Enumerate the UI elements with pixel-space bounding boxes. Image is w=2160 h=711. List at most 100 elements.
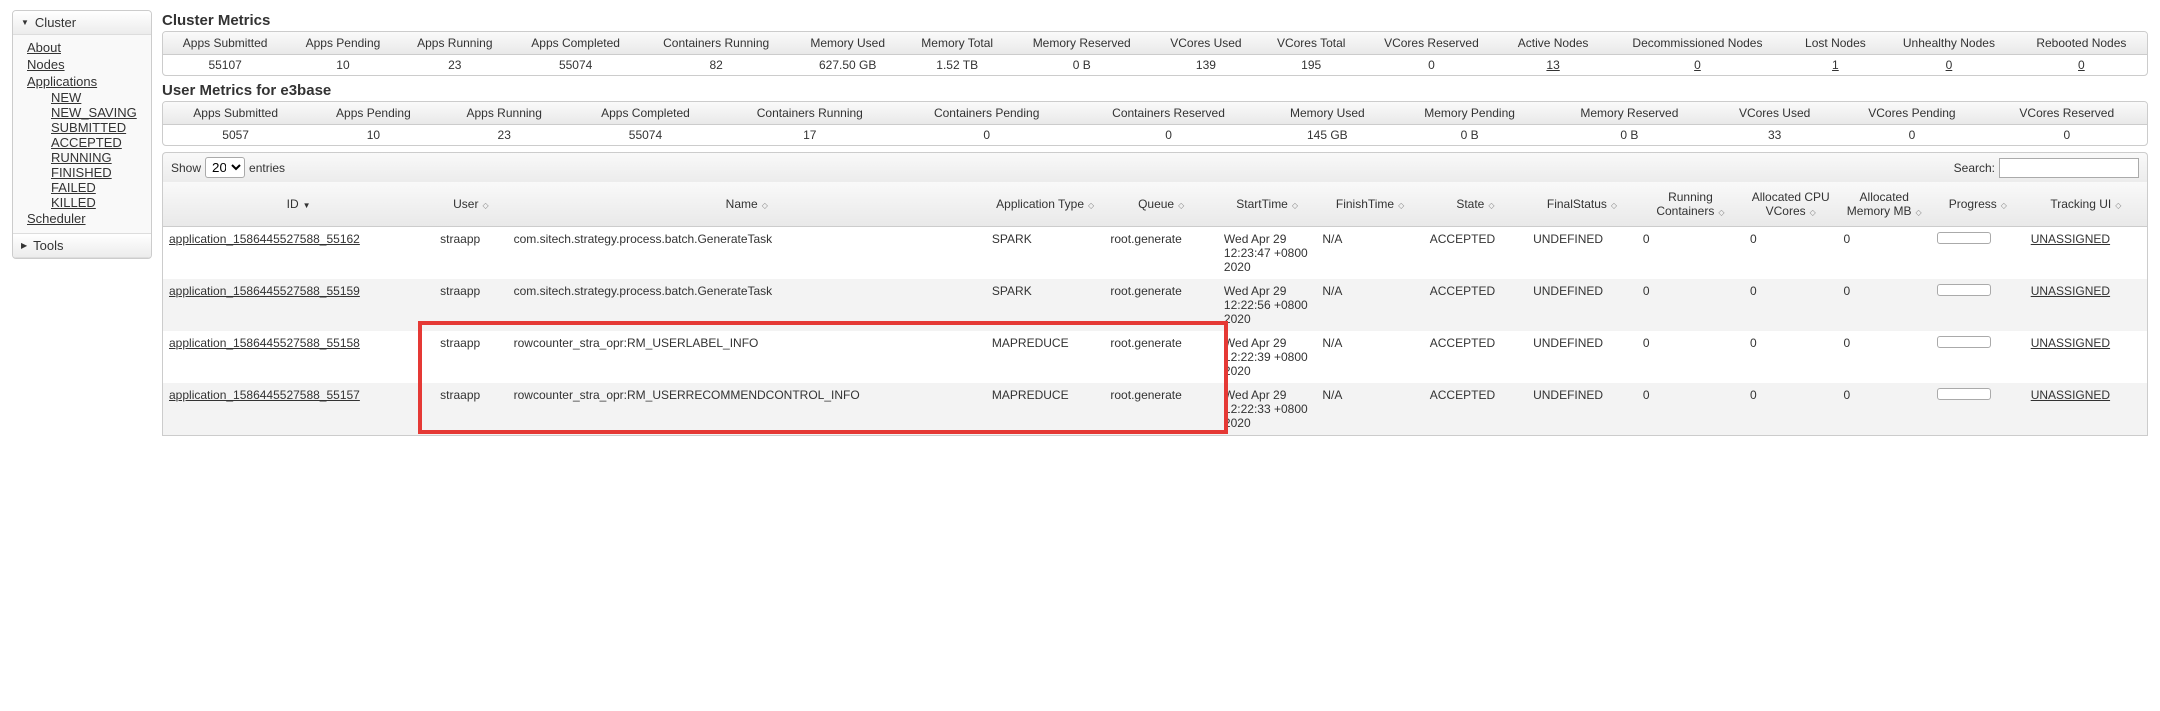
metric-cell: 55074 [570, 125, 721, 145]
col-header-allocated-memory-mb[interactable]: Allocated Memory MB◇ [1837, 182, 1931, 227]
sort-both-icon: ◇ [1810, 208, 1816, 217]
metric-cell: 0 [1987, 125, 2147, 145]
tracking-ui-link[interactable]: UNASSIGNED [2031, 336, 2110, 350]
cell-name: com.sitech.strategy.process.batch.Genera… [508, 279, 986, 331]
col-header: Memory Used [792, 32, 903, 55]
metric-cell: 13 [1500, 55, 1606, 75]
metric-cell: 23 [399, 55, 511, 75]
cluster-metrics-title: Cluster Metrics [162, 12, 2148, 29]
cell-alloc-cpu: 0 [1744, 331, 1838, 383]
col-header: Apps Running [399, 32, 511, 55]
col-header: Apps Submitted [163, 102, 308, 125]
col-header: VCores Used [1152, 32, 1259, 55]
cell-state: ACCEPTED [1424, 227, 1527, 280]
sidebar-item-running[interactable]: RUNNING [51, 150, 143, 165]
cell-app-type: SPARK [986, 227, 1104, 280]
col-header-progress[interactable]: Progress◇ [1931, 182, 2025, 227]
cell-queue: root.generate [1104, 331, 1218, 383]
application-id-link[interactable]: application_1586445527588_55162 [169, 232, 360, 246]
search-input[interactable] [1999, 158, 2139, 178]
cell-user: straapp [434, 383, 507, 436]
sidebar-item-killed[interactable]: KILLED [51, 195, 143, 210]
sidebar-item-applications[interactable]: Applications [27, 73, 143, 90]
metric-cell: 5057 [163, 125, 308, 145]
sidebar-item-nodes[interactable]: Nodes [27, 56, 143, 73]
sidebar-item-about[interactable]: About [27, 39, 143, 56]
entries-select[interactable]: 20 [205, 157, 245, 178]
metric-link[interactable]: 0 [1694, 58, 1701, 72]
col-header: Apps Running [439, 102, 570, 125]
cell-running-containers: 0 [1637, 383, 1744, 436]
tracking-ui-link[interactable]: UNASSIGNED [2031, 388, 2110, 402]
col-header-finishtime[interactable]: FinishTime◇ [1316, 182, 1423, 227]
cell-starttime: Wed Apr 29 12:22:56 +0800 2020 [1218, 279, 1316, 331]
cell-tracking-ui: UNASSIGNED [2025, 227, 2148, 280]
metric-cell: 0 [1363, 55, 1500, 75]
sidebar-item-scheduler[interactable]: Scheduler [27, 210, 143, 227]
col-header: Apps Pending [308, 102, 438, 125]
sort-both-icon: ◇ [762, 201, 768, 210]
sidebar-item-new_saving[interactable]: NEW_SAVING [51, 105, 143, 120]
col-header-allocated-cpu-vcores[interactable]: Allocated CPU VCores◇ [1744, 182, 1838, 227]
tracking-ui-link[interactable]: UNASSIGNED [2031, 232, 2110, 246]
show-label: Show [171, 161, 201, 175]
table-row: application_1586445527588_55157 straappro… [163, 383, 2148, 436]
sidebar-item-accepted[interactable]: ACCEPTED [51, 135, 143, 150]
col-header: Apps Pending [287, 32, 398, 55]
sort-both-icon: ◇ [1488, 201, 1494, 210]
col-header-name[interactable]: Name◇ [508, 182, 986, 227]
col-header-finalstatus[interactable]: FinalStatus◇ [1527, 182, 1637, 227]
cell-running-containers: 0 [1637, 279, 1744, 331]
cell-user: straapp [434, 279, 507, 331]
col-header-tracking-ui[interactable]: Tracking UI◇ [2025, 182, 2148, 227]
metric-link[interactable]: 0 [1946, 58, 1953, 72]
sidebar-item-finished[interactable]: FINISHED [51, 165, 143, 180]
search-label: Search: [1954, 161, 1995, 175]
col-header: Memory Pending [1392, 102, 1546, 125]
cell-finalstatus: UNDEFINED [1527, 331, 1637, 383]
sidebar-item-new[interactable]: NEW [51, 90, 143, 105]
cluster-metrics-table: Apps SubmittedApps PendingApps RunningAp… [162, 31, 2148, 76]
sort-both-icon: ◇ [1915, 208, 1921, 217]
col-header-application-type[interactable]: Application Type◇ [986, 182, 1104, 227]
col-header-id[interactable]: ID▼ [163, 182, 435, 227]
metric-cell: 23 [439, 125, 570, 145]
metric-cell: 1.52 TB [903, 55, 1011, 75]
metric-cell: 139 [1152, 55, 1259, 75]
metric-link[interactable]: 1 [1832, 58, 1839, 72]
cell-user: straapp [434, 331, 507, 383]
sidebar-item-submitted[interactable]: SUBMITTED [51, 120, 143, 135]
cell-finalstatus: UNDEFINED [1527, 279, 1637, 331]
main-content: Cluster Metrics Apps SubmittedApps Pendi… [162, 10, 2148, 436]
col-header-user[interactable]: User◇ [434, 182, 507, 227]
col-header: Active Nodes [1500, 32, 1606, 55]
metric-cell: 0 B [1392, 125, 1546, 145]
application-id-link[interactable]: application_1586445527588_55159 [169, 284, 360, 298]
cell-running-containers: 0 [1637, 227, 1744, 280]
sort-both-icon: ◇ [1398, 201, 1404, 210]
col-header-state[interactable]: State◇ [1424, 182, 1527, 227]
application-id-link[interactable]: application_1586445527588_55158 [169, 336, 360, 350]
cell-alloc-cpu: 0 [1744, 227, 1838, 280]
metric-link[interactable]: 0 [2078, 58, 2085, 72]
cell-running-containers: 0 [1637, 331, 1744, 383]
sidebar-item-failed[interactable]: FAILED [51, 180, 143, 195]
cell-name: rowcounter_stra_opr:RM_USERRECOMMENDCONT… [508, 383, 986, 436]
cell-queue: root.generate [1104, 279, 1218, 331]
metric-link[interactable]: 13 [1546, 58, 1559, 72]
col-header: VCores Reserved [1363, 32, 1500, 55]
col-header-starttime[interactable]: StartTime◇ [1218, 182, 1316, 227]
cell-finalstatus: UNDEFINED [1527, 227, 1637, 280]
sidebar-header-tools[interactable]: ▶Tools [13, 234, 151, 258]
application-id-link[interactable]: application_1586445527588_55157 [169, 388, 360, 402]
sidebar-header-cluster[interactable]: ▼Cluster [13, 11, 151, 35]
col-header-queue[interactable]: Queue◇ [1104, 182, 1218, 227]
sidebar: ▼Cluster AboutNodesApplicationsNEWNEW_SAV… [12, 10, 152, 259]
cell-tracking-ui: UNASSIGNED [2025, 279, 2148, 331]
tracking-ui-link[interactable]: UNASSIGNED [2031, 284, 2110, 298]
cell-alloc-mem: 0 [1837, 331, 1931, 383]
col-header: Containers Reserved [1075, 102, 1262, 125]
col-header-running-containers[interactable]: Running Containers◇ [1637, 182, 1744, 227]
cell-state: ACCEPTED [1424, 383, 1527, 436]
sort-desc-icon: ▼ [303, 201, 311, 210]
